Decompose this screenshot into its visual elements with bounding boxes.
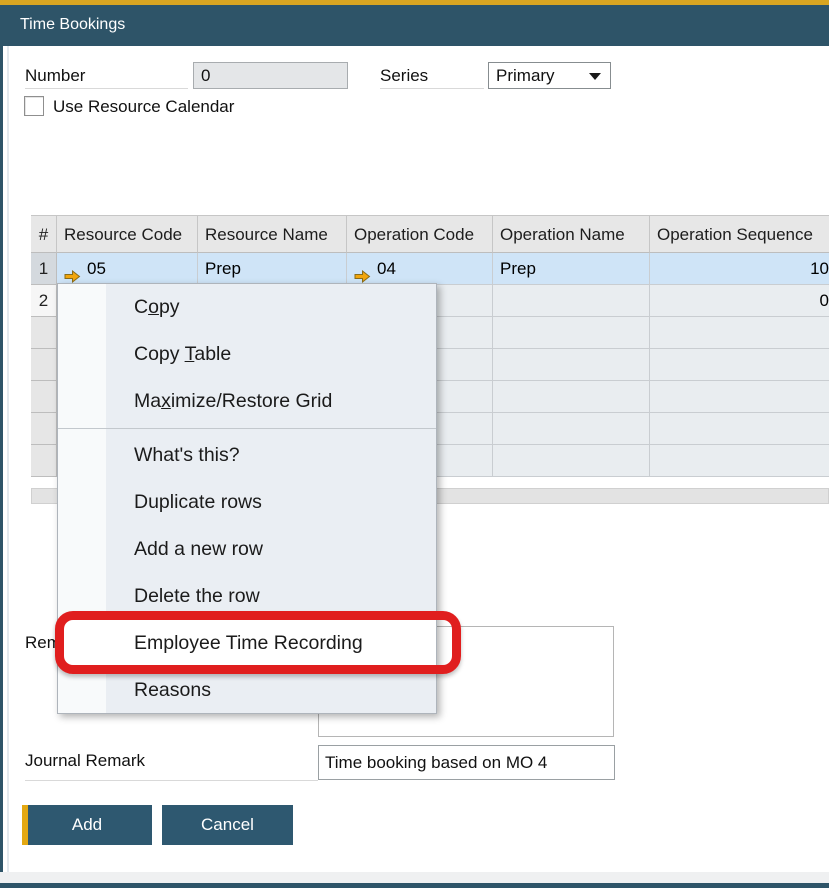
cell-operation-name[interactable]: [493, 285, 650, 317]
menu-item-maximize-restore-grid[interactable]: Maximize/Restore Grid: [58, 378, 436, 425]
menu-item-what-s-this[interactable]: What's this?: [58, 432, 436, 479]
series-select[interactable]: Primary: [488, 62, 611, 89]
window-title: Time Bookings: [20, 16, 125, 34]
series-selected-value: Primary: [496, 66, 555, 85]
time-bookings-window: Time Bookings Number 0 Series Primary Us…: [0, 0, 829, 890]
cell-operation-name[interactable]: [493, 413, 650, 445]
row-number-cell[interactable]: [31, 349, 57, 381]
number-label-underline: [25, 88, 188, 89]
number-field[interactable]: 0: [193, 62, 348, 89]
window-titlebar[interactable]: Time Bookings: [0, 5, 829, 46]
row-number-cell[interactable]: [31, 445, 57, 477]
series-label: Series: [380, 66, 428, 86]
row-number-cell[interactable]: [31, 317, 57, 349]
cell-operation-sequence[interactable]: [650, 381, 829, 413]
series-label-underline: [380, 88, 484, 89]
cell-resource-code[interactable]: 05: [57, 253, 198, 285]
row-number-cell[interactable]: [31, 381, 57, 413]
window-footer-strip: [0, 872, 829, 883]
grid-row-1: 1 05 Prep 04 Prep 10: [31, 253, 829, 285]
use-resource-calendar-checkbox[interactable]: [24, 96, 44, 116]
number-label: Number: [25, 66, 85, 86]
orange-link-arrow-icon[interactable]: [64, 262, 81, 275]
row-number-cell[interactable]: 2: [31, 285, 57, 317]
add-button[interactable]: Add: [22, 805, 152, 845]
grid-column-header-operation_code[interactable]: Operation Code: [347, 215, 493, 253]
window-bottom-border: [0, 883, 829, 888]
journal-remark-label: Journal Remark: [25, 751, 145, 771]
cell-operation-name[interactable]: [493, 317, 650, 349]
menu-item-copy-table[interactable]: Copy Table: [58, 331, 436, 378]
row-number-cell[interactable]: [31, 413, 57, 445]
cell-operation-sequence[interactable]: [650, 445, 829, 477]
cell-operation-name[interactable]: [493, 445, 650, 477]
cell-text: 0: [820, 285, 829, 316]
menu-item-copy[interactable]: Copy: [58, 284, 436, 331]
grid-header-row: #Resource CodeResource NameOperation Cod…: [31, 215, 829, 253]
cell-text: 05: [87, 253, 106, 284]
cell-text: Prep: [205, 253, 241, 284]
cell-operation-sequence[interactable]: [650, 349, 829, 381]
grid-column-header-operation_name[interactable]: Operation Name: [493, 215, 650, 253]
cell-operation-sequence[interactable]: [650, 413, 829, 445]
cell-text: 10: [810, 253, 829, 284]
cell-operation-sequence[interactable]: 0: [650, 285, 829, 317]
cell-operation-name[interactable]: [493, 349, 650, 381]
cell-text: 2: [39, 285, 48, 316]
window-left-border: [0, 46, 3, 888]
orange-link-arrow-icon[interactable]: [354, 262, 371, 275]
cell-operation-sequence[interactable]: 10: [650, 253, 829, 285]
grid-column-header-resource_code[interactable]: Resource Code: [57, 215, 198, 253]
annotation-highlight: [55, 611, 461, 674]
row-number-cell[interactable]: 1: [31, 253, 57, 285]
grid-column-header-resource_name[interactable]: Resource Name: [198, 215, 347, 253]
dropdown-arrow-icon: [589, 73, 601, 80]
use-resource-calendar-label: Use Resource Calendar: [53, 97, 234, 117]
journal-remark-underline: [25, 780, 318, 781]
grid-column-header-num[interactable]: #: [31, 215, 57, 253]
cell-resource-name[interactable]: Prep: [198, 253, 347, 285]
cell-text: Prep: [500, 253, 536, 284]
cell-text: 04: [377, 253, 396, 284]
journal-remark-field[interactable]: Time booking based on MO 4: [318, 745, 615, 780]
menu-item-add-a-new-row[interactable]: Add a new row: [58, 526, 436, 573]
window-left-inner-line: [7, 46, 9, 872]
cell-operation-name[interactable]: Prep: [493, 253, 650, 285]
cell-operation-name[interactable]: [493, 381, 650, 413]
menu-item-reasons[interactable]: Reasons: [58, 667, 436, 714]
cell-operation-code[interactable]: 04: [347, 253, 493, 285]
grid-column-header-operation_sequence[interactable]: Operation Sequence: [650, 215, 829, 253]
menu-item-duplicate-rows[interactable]: Duplicate rows: [58, 479, 436, 526]
cell-text: 1: [39, 253, 48, 284]
menu-separator: [58, 425, 436, 432]
cancel-button[interactable]: Cancel: [162, 805, 293, 845]
cell-operation-sequence[interactable]: [650, 317, 829, 349]
